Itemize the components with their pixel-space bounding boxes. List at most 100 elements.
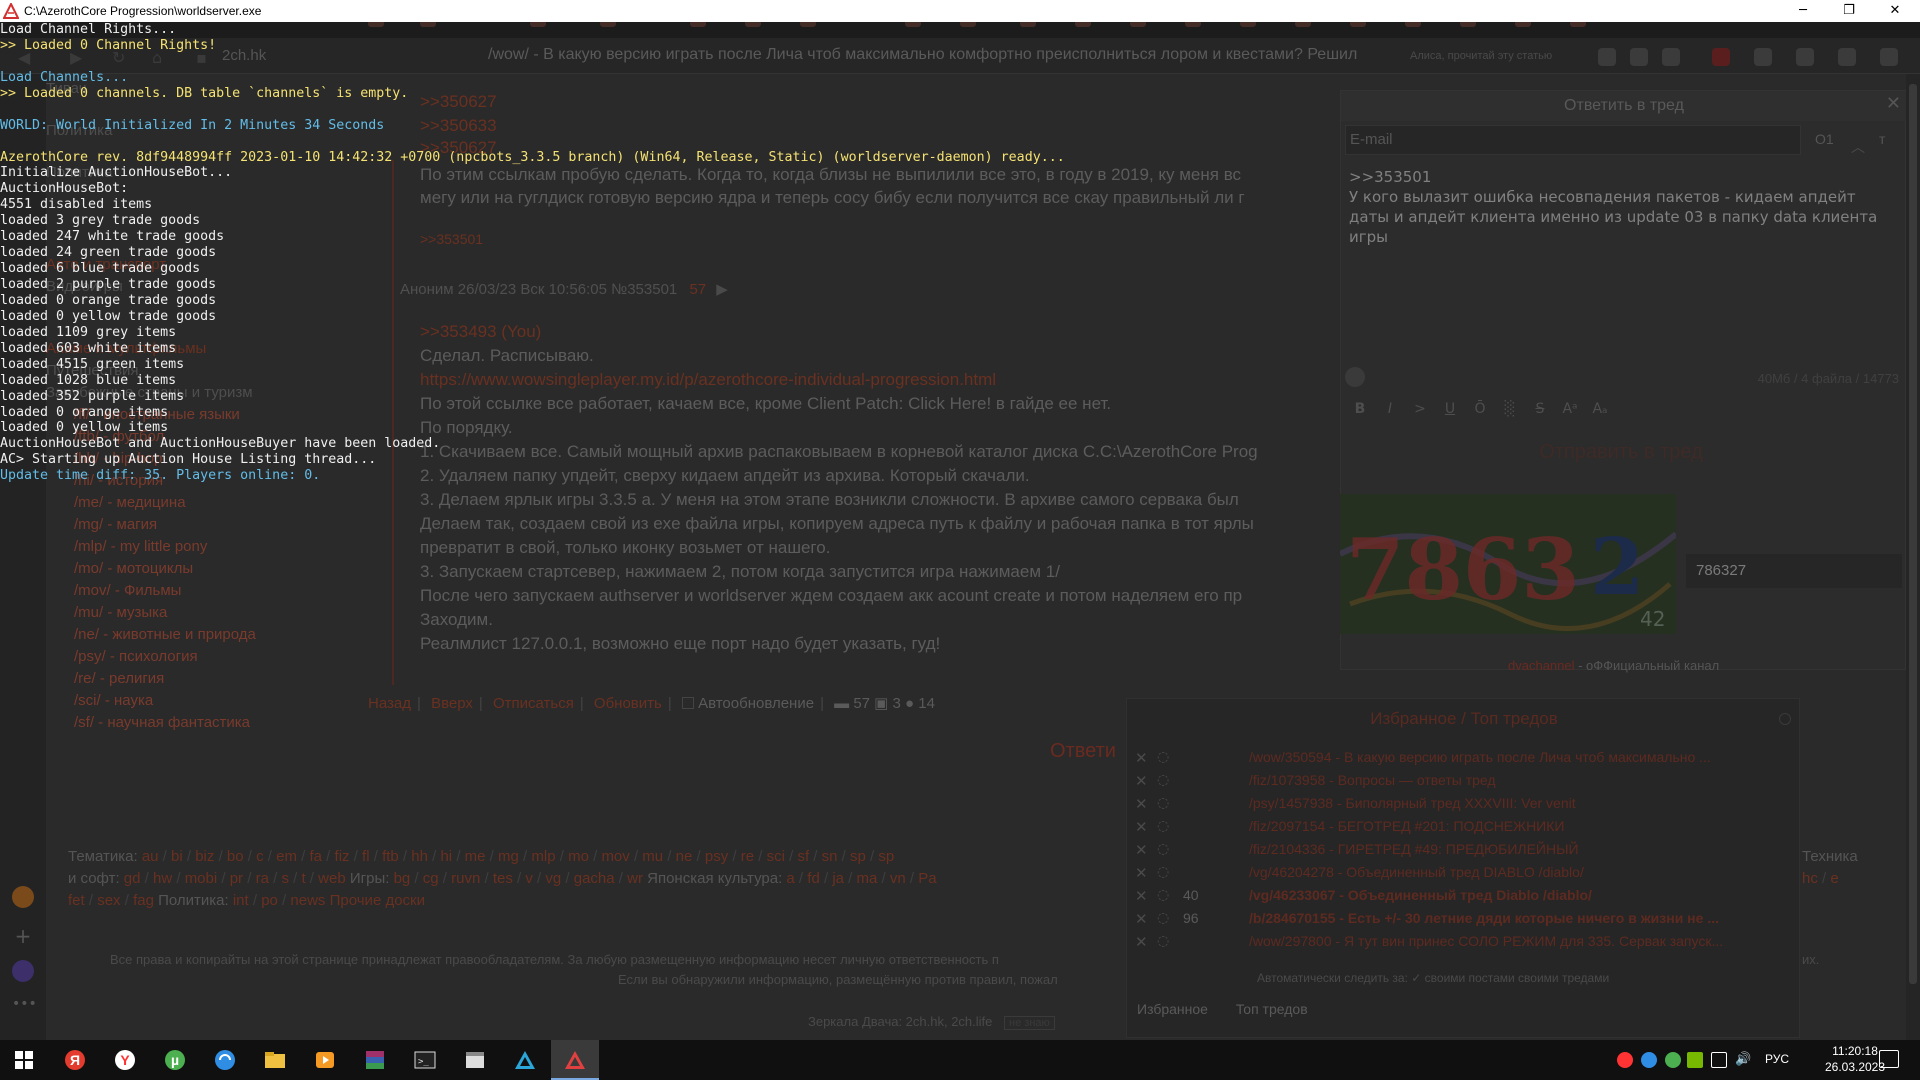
board-link[interactable]: /sci/ - наука (74, 692, 376, 714)
footer-board-link[interactable]: ma (857, 870, 878, 887)
remove-icon[interactable]: ✕ (1135, 749, 1148, 767)
favorite-row[interactable]: ✕ ◌ /fiz/1073958 - Вопросы — ответы тред (1127, 772, 1801, 794)
globe-icon[interactable] (1754, 48, 1772, 66)
alice-icon[interactable] (12, 960, 34, 982)
minimize-button[interactable]: ─ (1780, 0, 1826, 22)
chevron-up-icon[interactable]: ︿ (1851, 137, 1865, 157)
remove-icon[interactable]: ✕ (1135, 933, 1148, 951)
profile-icon[interactable] (1712, 48, 1730, 66)
refresh-icon[interactable]: ◌ (1157, 910, 1169, 926)
footer-board-link[interactable]: gacha (574, 870, 615, 887)
footer-board-link[interactable]: biz (195, 848, 214, 865)
favorite-row[interactable]: ✕ ◌ /fiz/2104336 - ГИРЕТРЕД #49: ПРЕДЮБИЛЕ… (1127, 841, 1801, 863)
favorite-title[interactable]: /b/284670155 - Есть +/- 30 летние дяди к… (1249, 910, 1719, 926)
collections-icon[interactable] (1838, 48, 1856, 66)
email-field[interactable]: E-mail (1345, 125, 1801, 155)
favorite-row[interactable]: ✕ ◌ 40/vg/46233067 - Объединенный тред Dia… (1127, 887, 1801, 909)
mirrors-label[interactable]: Зеркала Двача: 2ch.hk, 2ch.life (808, 1014, 992, 1029)
footer-board-link[interactable]: gd (124, 870, 141, 887)
submit-button[interactable]: Отправить в тред (1471, 441, 1771, 471)
other-boards-link[interactable]: Прочие доски (330, 892, 425, 909)
close-button[interactable]: ✕ (1872, 0, 1918, 22)
refresh-icon[interactable]: ◌ (1157, 841, 1169, 857)
footer-board-link[interactable]: sn (822, 848, 838, 865)
taskbar-yandex[interactable]: Y (101, 1040, 149, 1080)
auto-refresh-label[interactable]: Автообновление (698, 695, 814, 712)
comment-textarea[interactable]: >>353501 У кого вылазит ошибка несовпаде… (1345, 163, 1901, 373)
board-link[interactable]: /mu/ - музыка (74, 604, 376, 626)
reply-form-title[interactable]: Ответить в тред (1341, 91, 1907, 121)
footer-board-link[interactable]: vg (545, 870, 561, 887)
more-icon[interactable]: ••• (12, 996, 37, 1018)
footer-board-link[interactable]: fet (68, 892, 85, 909)
tray-network-icon[interactable] (1711, 1052, 1727, 1068)
favorite-title[interactable]: /wow/350594 - В какую версию играть посл… (1249, 749, 1711, 765)
footer-board-link[interactable]: fa (310, 848, 323, 865)
favorite-row[interactable]: ✕ ◌ /wow/350594 - В какую версию играть по… (1127, 749, 1801, 771)
footer-board-link[interactable]: mov (601, 848, 629, 865)
favorite-row[interactable]: ✕ ◌ /wow/297800 - Я тут вин принес СОЛО РЕ… (1127, 933, 1801, 955)
back-link[interactable]: Назад (368, 695, 411, 712)
sidebar-app-icon[interactable] (12, 886, 34, 908)
footer-board-link[interactable]: ftb (382, 848, 399, 865)
thread-toggle[interactable]: т (1879, 131, 1885, 147)
footer-board-link[interactable]: sf (797, 848, 809, 865)
board-link[interactable]: /sf/ - научная фантастика (74, 714, 376, 736)
footer-board-link[interactable]: psy (705, 848, 728, 865)
tray-utorrent-icon[interactable] (1665, 1052, 1681, 1068)
footer-board-link[interactable]: mo (568, 848, 589, 865)
captcha-input[interactable]: 786327 (1686, 554, 1902, 588)
footer-board-link[interactable]: Pa (918, 870, 936, 887)
footer-board-link[interactable]: ra (256, 870, 269, 887)
board-link[interactable]: /mg/ - магия (74, 516, 376, 538)
footer-board-link[interactable]: po (261, 892, 278, 909)
taskbar-sync[interactable] (201, 1040, 249, 1080)
tray-yandex-icon[interactable] (1617, 1052, 1633, 1068)
add-icon[interactable]: + (12, 924, 34, 948)
favorite-title[interactable]: /fiz/2097154 - БЕГОТРЕД #201: ПОДСНЕЖНИК… (1249, 818, 1564, 834)
board-link[interactable]: /mo/ - мотоциклы (74, 560, 376, 582)
refresh-icon[interactable]: ◌ (1157, 864, 1169, 880)
favorite-row[interactable]: ✕ ◌ /vg/46204278 - Объединенный тред DIABL… (1127, 864, 1801, 886)
console-output[interactable]: Load Channel Rights... >> Loaded 0 Channe… (0, 22, 1100, 492)
remove-icon[interactable]: ✕ (1135, 910, 1148, 928)
footer-board-link[interactable]: pr (230, 870, 243, 887)
refresh-link[interactable]: Обновить (594, 695, 662, 712)
quote-button[interactable]: > (1405, 401, 1435, 417)
italic-button[interactable]: I (1375, 401, 1405, 417)
footer-board-link[interactable]: hc (1802, 870, 1818, 887)
extension-icon[interactable] (1630, 48, 1648, 66)
favorites-title[interactable]: Избранное / Топ тредов (1127, 709, 1801, 729)
refresh-icon[interactable] (1779, 713, 1791, 725)
board-link[interactable]: /psy/ - психология (74, 648, 376, 670)
footer-board-link[interactable]: fiz (335, 848, 350, 865)
footer-board-link[interactable]: bg (394, 870, 411, 887)
favorite-title[interactable]: /fiz/1073958 - Вопросы — ответы тред (1249, 772, 1496, 788)
favorite-row[interactable]: ✕ ◌ /psy/1457938 - Биполярный тред XXXVIII… (1127, 795, 1801, 817)
auto-follow-options[interactable]: Автоматически следить за: ✓ своими поста… (1257, 971, 1609, 985)
footer-board-link[interactable]: em (276, 848, 297, 865)
footer-board-link[interactable]: ne (676, 848, 693, 865)
bold-button[interactable]: B (1345, 401, 1375, 417)
bookmark-icon[interactable] (1598, 48, 1616, 66)
footer-board-link[interactable]: me (465, 848, 486, 865)
favorite-title[interactable]: /vg/46233067 - Объединенный тред Diablo … (1249, 887, 1592, 903)
refresh-icon[interactable]: ◌ (1157, 887, 1169, 903)
taskbar-winrar[interactable] (351, 1040, 399, 1080)
taskbar-azerothcore-auth[interactable] (501, 1040, 549, 1080)
footer-board-link[interactable]: news (290, 892, 325, 909)
refresh-icon[interactable]: ◌ (1157, 818, 1169, 834)
footer-board-link[interactable]: c (256, 848, 264, 865)
favorite-row[interactable]: ✕ ◌ /fiz/2097154 - БЕГОТРЕД #201: ПОДСНЕЖН… (1127, 818, 1801, 840)
footer-board-link[interactable]: mg (498, 848, 519, 865)
remove-icon[interactable]: ✕ (1135, 818, 1148, 836)
favorite-title[interactable]: /psy/1457938 - Биполярный тред XXXVIII: … (1249, 795, 1576, 811)
footer-board-link[interactable]: e (1830, 870, 1838, 887)
tray-nvidia-icon[interactable] (1687, 1052, 1703, 1068)
board-link[interactable]: /me/ - медицина (74, 494, 376, 516)
footer-board-link[interactable]: re (741, 848, 754, 865)
board-link[interactable]: /mlp/ - my little pony (74, 538, 376, 560)
footer-board-link[interactable]: mobi (185, 870, 218, 887)
taskbar-window[interactable] (451, 1040, 499, 1080)
footer-board-link[interactable]: v (525, 870, 533, 887)
